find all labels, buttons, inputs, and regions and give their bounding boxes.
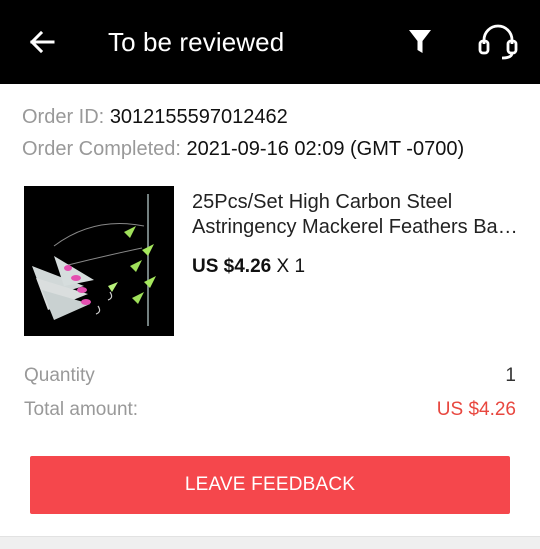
total-amount-row: Total amount: US $4.26 (24, 399, 516, 421)
top-app-bar: To be reviewed (0, 0, 540, 84)
section-divider (0, 536, 540, 549)
quantity-label: Quantity (24, 365, 95, 386)
price-line: US $4.26 X 1 (192, 256, 305, 278)
arrow-left-icon (29, 30, 55, 54)
customer-support-button[interactable] (474, 20, 522, 64)
leave-feedback-button[interactable]: LEAVE FEEDBACK (30, 456, 510, 514)
total-amount-label: Total amount: (24, 399, 139, 420)
order-completed-value: 2021-09-16 02:09 (GMT -0700) (186, 138, 465, 160)
order-completed-row: Order Completed: 2021-09-16 02:09 (GMT -… (22, 138, 464, 161)
order-card: Order ID: 3012155597012462 Order Complet… (0, 84, 540, 536)
product-title[interactable]: 25Pcs/Set High Carbon Steel Astringency … (192, 190, 522, 240)
filter-icon (409, 30, 431, 53)
quantity-row: Quantity 1 (24, 365, 516, 387)
product-thumbnail[interactable] (24, 186, 174, 336)
fishing-lures-image (24, 186, 174, 336)
quantity-value: 1 (505, 365, 516, 386)
back-button[interactable] (22, 22, 62, 62)
headset-icon (478, 24, 518, 60)
filter-button[interactable] (402, 22, 438, 62)
total-amount-value: US $4.26 (436, 399, 516, 420)
item-multiplier: X 1 (276, 256, 306, 277)
order-id-label: Order ID: (22, 106, 105, 128)
unit-price: US $4.26 (192, 256, 272, 277)
order-id-row: Order ID: 3012155597012462 (22, 106, 288, 129)
page-title: To be reviewed (108, 27, 285, 57)
order-id-value: 3012155597012462 (109, 106, 288, 128)
order-completed-label: Order Completed: (22, 138, 181, 160)
